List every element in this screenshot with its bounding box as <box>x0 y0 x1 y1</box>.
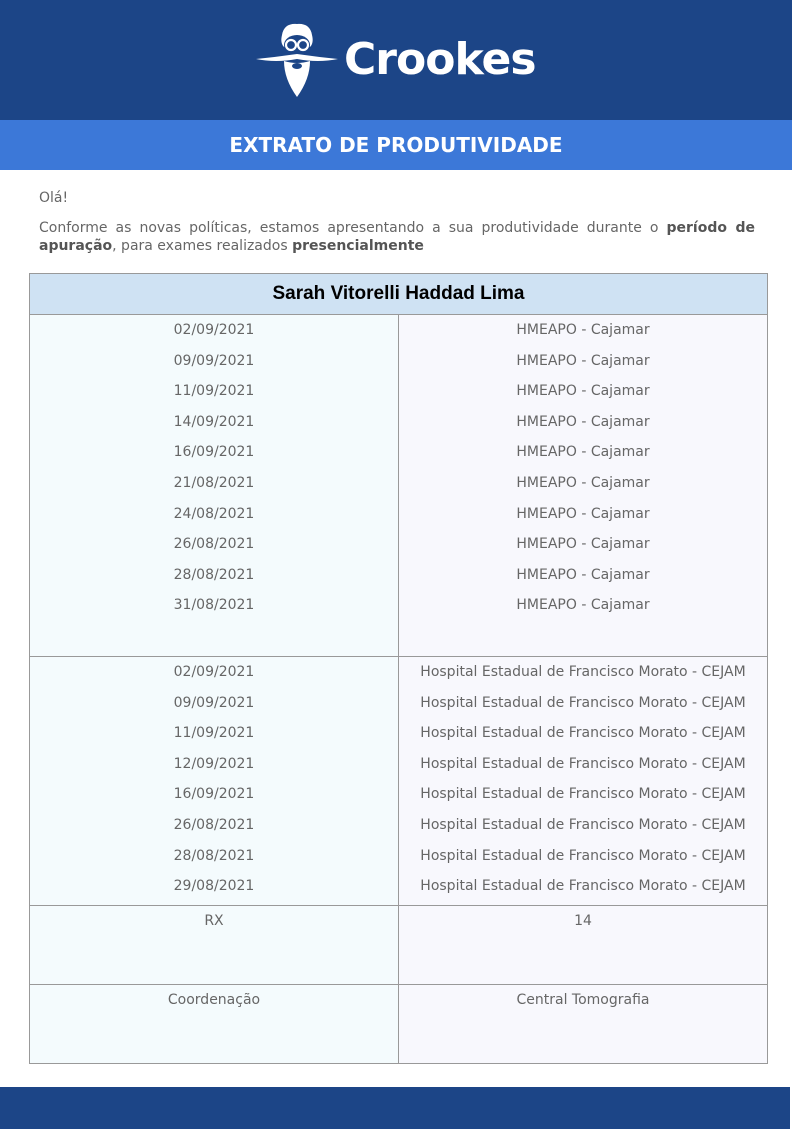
date-item: 16/09/2021 <box>173 786 255 803</box>
date-item: 26/08/2021 <box>173 816 255 833</box>
dates-cell: 02/09/2021 09/09/2021 11/09/2021 14/09/2… <box>29 314 399 657</box>
dates-cell: 02/09/2021 09/09/2021 11/09/2021 12/09/2… <box>29 656 399 906</box>
date-item: 11/09/2021 <box>173 383 255 400</box>
location-item: HMEAPO - Cajamar <box>516 352 650 369</box>
date-item: 21/08/2021 <box>173 474 255 491</box>
date-item: 28/08/2021 <box>173 566 255 583</box>
location-item: Hospital Estadual de Francisco Morato - … <box>420 786 746 803</box>
location-group-2: 02/09/2021 09/09/2021 11/09/2021 12/09/2… <box>29 656 768 906</box>
date-item: 24/08/2021 <box>173 505 255 522</box>
date-item: 09/09/2021 <box>173 694 255 711</box>
date-item: 02/09/2021 <box>173 322 255 338</box>
professor-mascot-icon <box>256 23 338 97</box>
date-item: 12/09/2021 <box>173 755 255 772</box>
location-item: Hospital Estadual de Francisco Morato - … <box>420 725 746 742</box>
date-item: 29/08/2021 <box>173 878 255 895</box>
location-item: HMEAPO - Cajamar <box>516 322 650 338</box>
coordination-row: Coordenação Central Tomografia <box>29 984 768 1064</box>
date-item: 11/09/2021 <box>173 725 255 742</box>
location-item: Hospital Estadual de Francisco Morato - … <box>420 755 746 772</box>
location-group-1: 02/09/2021 09/09/2021 11/09/2021 14/09/2… <box>29 314 768 657</box>
location-item: HMEAPO - Cajamar <box>516 383 650 400</box>
location-item: HMEAPO - Cajamar <box>516 597 650 614</box>
date-item: 26/08/2021 <box>173 536 255 553</box>
coordination-value-cell: Central Tomografia <box>398 984 768 1064</box>
exam-type-cell: RX <box>29 905 399 985</box>
coordination-label: Coordenação <box>167 992 261 1008</box>
exam-count-cell: 14 <box>398 905 768 985</box>
location-item: HMEAPO - Cajamar <box>516 566 650 583</box>
location-item: HMEAPO - Cajamar <box>516 505 650 522</box>
location-item: HMEAPO - Cajamar <box>516 474 650 491</box>
productivity-table: Sarah Vitorelli Haddad Lima 02/09/2021 0… <box>29 273 768 1064</box>
intro-bold-mode: presencialmente <box>292 238 424 254</box>
page-title-bar: EXTRATO DE PRODUTIVIDADE <box>0 120 792 170</box>
brand-name: Crookes <box>344 34 537 85</box>
name-row: Sarah Vitorelli Haddad Lima <box>29 273 768 315</box>
date-item: 16/09/2021 <box>173 444 255 461</box>
intro-text-1: Conforme as novas políticas, estamos apr… <box>39 220 667 236</box>
person-name: Sarah Vitorelli Haddad Lima <box>29 273 768 315</box>
date-item: 31/08/2021 <box>173 597 255 614</box>
date-item: 02/09/2021 <box>173 664 255 680</box>
coordination-label-cell: Coordenação <box>29 984 399 1064</box>
exam-total-row: RX 14 <box>29 905 768 985</box>
greeting-text: Olá! <box>39 190 69 206</box>
location-item: Hospital Estadual de Francisco Morato - … <box>420 878 746 895</box>
page-title: EXTRATO DE PRODUTIVIDADE <box>229 133 563 157</box>
location-item: HMEAPO - Cajamar <box>516 444 650 461</box>
exam-type: RX <box>204 913 224 929</box>
location-item: Hospital Estadual de Francisco Morato - … <box>420 694 746 711</box>
header: Crookes <box>0 0 792 120</box>
intro-text-2: , para exames realizados <box>112 238 293 254</box>
exam-count: 14 <box>574 913 592 929</box>
location-item: HMEAPO - Cajamar <box>516 413 650 430</box>
intro-section: Olá! Conforme as novas políticas, estamo… <box>39 189 755 255</box>
date-item: 28/08/2021 <box>173 847 255 864</box>
location-item: Hospital Estadual de Francisco Morato - … <box>420 664 746 680</box>
locations-cell: Hospital Estadual de Francisco Morato - … <box>398 656 768 906</box>
brand-logo: Crookes <box>254 20 537 100</box>
location-item: Hospital Estadual de Francisco Morato - … <box>420 816 746 833</box>
locations-cell: HMEAPO - Cajamar HMEAPO - Cajamar HMEAPO… <box>398 314 768 657</box>
location-item: HMEAPO - Cajamar <box>516 536 650 553</box>
coordination-value: Central Tomografia <box>516 992 650 1008</box>
date-item: 14/09/2021 <box>173 413 255 430</box>
location-item: Hospital Estadual de Francisco Morato - … <box>420 847 746 864</box>
intro-paragraph: Conforme as novas políticas, estamos apr… <box>39 219 755 255</box>
date-item: 09/09/2021 <box>173 352 255 369</box>
footer-bar <box>0 1087 790 1129</box>
